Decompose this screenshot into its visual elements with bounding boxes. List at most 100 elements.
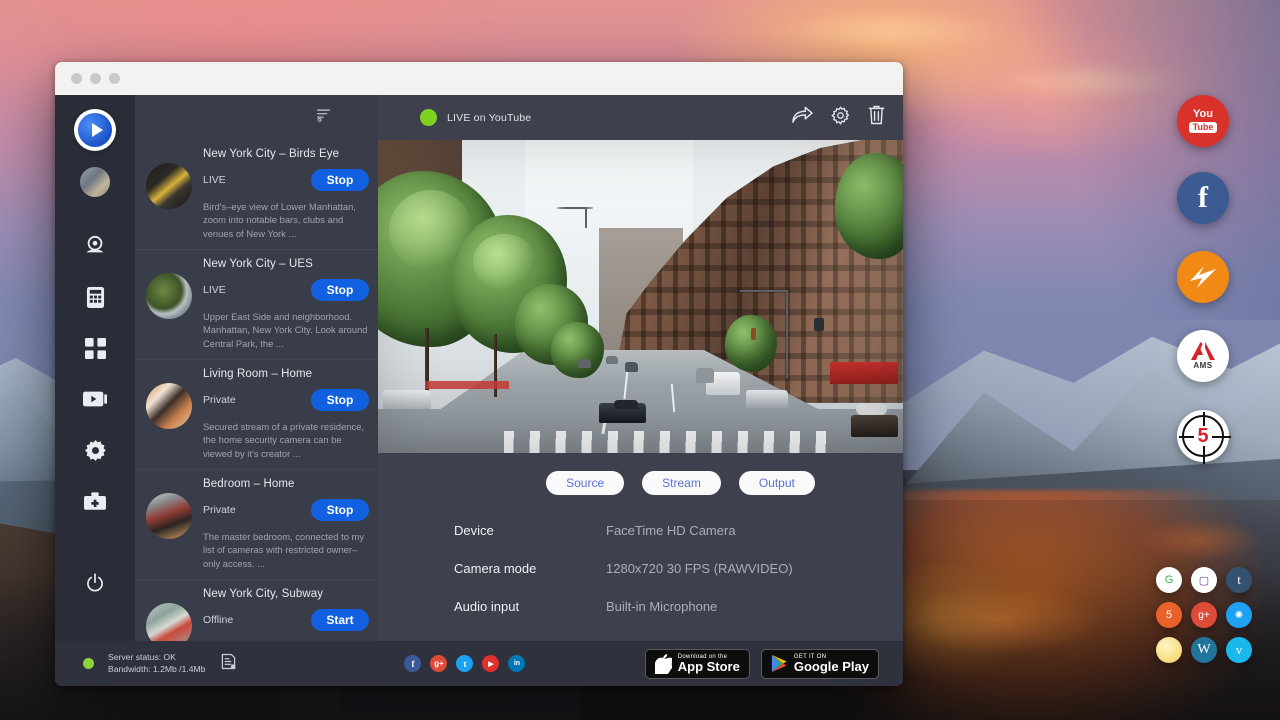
- sort-list-icon[interactable]: [316, 107, 332, 128]
- twitter-icon[interactable]: t: [456, 655, 473, 672]
- adobe-a-icon: [1191, 342, 1215, 360]
- share-arrow-icon[interactable]: [792, 106, 813, 129]
- gear-icon[interactable]: [831, 106, 850, 130]
- grammarly-dock-icon[interactable]: G: [1156, 567, 1182, 593]
- toolkit-icon: [84, 492, 106, 511]
- window-titlebar[interactable]: [55, 62, 903, 95]
- scene-tree-highlight: [389, 190, 473, 271]
- info-value[interactable]: Built-in Microphone: [606, 599, 717, 614]
- facebook-glyph: f: [411, 659, 414, 669]
- camera-action-button[interactable]: Stop: [311, 389, 369, 411]
- vimeo-dock-icon[interactable]: v: [1226, 637, 1252, 663]
- shopify-dock-icon[interactable]: 5: [1156, 602, 1182, 628]
- sort-glyph: [316, 107, 332, 123]
- sidebar-item-grid[interactable]: [72, 325, 118, 371]
- facebook-glyph: f: [1198, 181, 1208, 215]
- linkedin-icon[interactable]: in: [508, 655, 525, 672]
- camera-action-button[interactable]: Start: [311, 609, 369, 631]
- list-item[interactable]: New York City – Birds Eye LIVE Stop Bird…: [135, 140, 378, 249]
- scene-traffic-signal: [814, 318, 824, 331]
- trash-icon[interactable]: [868, 105, 885, 130]
- flickr-dock-icon[interactable]: [1156, 637, 1182, 663]
- youtube-icon[interactable]: ▶: [482, 655, 499, 672]
- info-label: Device: [454, 523, 606, 538]
- tab-output[interactable]: Output: [739, 471, 815, 495]
- close-button[interactable]: [71, 73, 82, 84]
- app-store-big-label: App Store: [678, 660, 740, 674]
- scene-tree: [551, 322, 604, 378]
- scene-street-lamp: [786, 290, 788, 378]
- camera-action-button[interactable]: Stop: [311, 279, 369, 301]
- sidebar-item-power[interactable]: [72, 560, 118, 606]
- sidebar-item-video[interactable]: [72, 376, 118, 422]
- sidebar-item-toolkit[interactable]: [72, 478, 118, 524]
- camera-description: Secured stream of a private residence, t…: [203, 420, 369, 460]
- googleplus-icon[interactable]: g+: [430, 655, 447, 672]
- maximize-button[interactable]: [109, 73, 120, 84]
- video-preview[interactable]: [378, 140, 903, 453]
- broadcaster-logo-icon[interactable]: [74, 109, 116, 151]
- list-item[interactable]: New York City – UES LIVE Stop Upper East…: [135, 249, 378, 359]
- scene-tree: [725, 315, 778, 371]
- scene-street-lamp-arm: [740, 290, 787, 292]
- tab-source[interactable]: Source: [546, 471, 624, 495]
- minimize-button[interactable]: [90, 73, 101, 84]
- youtube-dock-label-top: You: [1193, 109, 1213, 120]
- facebook-dock-icon[interactable]: f: [1177, 172, 1229, 224]
- googleplus-dock-icon[interactable]: g+: [1191, 602, 1217, 628]
- list-item[interactable]: Bedroom – Home Private Stop The master b…: [135, 469, 378, 579]
- info-label: Audio input: [454, 599, 606, 614]
- info-value[interactable]: 1280x720 30 FPS (RAWVIDEO): [606, 561, 793, 576]
- vimeo-glyph: v: [1236, 642, 1243, 658]
- sidebar-item-tablet[interactable]: [72, 274, 118, 320]
- tab-stream[interactable]: Stream: [642, 471, 721, 495]
- scene-crosswalk: [504, 431, 840, 453]
- grid-icon: [85, 338, 106, 359]
- camera-title: New York City, Subway: [203, 588, 369, 600]
- user-avatar-icon[interactable]: [80, 167, 110, 197]
- camera-title: New York City – UES: [203, 258, 369, 270]
- adobe-ams-dock-icon[interactable]: AMS: [1177, 330, 1229, 382]
- store-badges: Download on the App Store GET IT ON Goog…: [645, 649, 879, 679]
- list-item[interactable]: Living Room – Home Private Stop Secured …: [135, 359, 378, 469]
- sidebar-item-camera[interactable]: [72, 223, 118, 269]
- twitch-dock-icon[interactable]: ▢: [1191, 567, 1217, 593]
- info-value[interactable]: FaceTime HD Camera: [606, 523, 736, 538]
- facebook-icon[interactable]: f: [404, 655, 421, 672]
- info-row-audio-input: Audio input Built-in Microphone: [454, 599, 903, 614]
- sidebar-item-settings[interactable]: [72, 427, 118, 473]
- camera-title: Living Room – Home: [203, 368, 369, 380]
- twitch-glyph: ▢: [1199, 574, 1209, 587]
- wordpress-dock-icon[interactable]: W: [1191, 637, 1217, 663]
- social-links: f g+ t ▶ in: [404, 655, 525, 672]
- wowza-dock-icon[interactable]: [1177, 251, 1229, 303]
- log-document-icon[interactable]: [221, 653, 236, 675]
- twitter-dock-icon[interactable]: ✺: [1226, 602, 1252, 628]
- camera-list: New York City – Birds Eye LIVE Stop Bird…: [135, 140, 378, 641]
- wowza-bolt-icon: [1186, 264, 1220, 290]
- linkedin-glyph: in: [514, 660, 520, 667]
- scene-awning: [830, 362, 898, 384]
- scene-car-far: [578, 359, 592, 368]
- channel5-dock-icon[interactable]: 5: [1177, 410, 1229, 462]
- live-indicator-dot: [420, 109, 437, 126]
- power-icon: [85, 573, 105, 593]
- sidebar-rail: [55, 95, 135, 641]
- youtube-dock-icon[interactable]: You Tube: [1177, 95, 1229, 147]
- app-store-badge[interactable]: Download on the App Store: [645, 649, 750, 679]
- camera-icon: [84, 235, 106, 257]
- ams-label: AMS: [1193, 361, 1212, 370]
- camera-title: New York City – Birds Eye: [203, 148, 369, 160]
- trash-glyph: [868, 105, 885, 125]
- info-label: Camera mode: [454, 561, 606, 576]
- info-row-camera-mode: Camera mode 1280x720 30 FPS (RAWVIDEO): [454, 561, 903, 576]
- info-row-device: Device FaceTime HD Camera: [454, 523, 903, 538]
- tumblr-dock-icon[interactable]: t: [1226, 567, 1252, 593]
- camera-action-button[interactable]: Stop: [311, 499, 369, 521]
- list-item[interactable]: New York City, Subway Offline Start New …: [135, 579, 378, 641]
- twitter-glyph: t: [463, 659, 466, 669]
- play-triangle-icon: [771, 654, 788, 673]
- camera-action-button[interactable]: Stop: [311, 169, 369, 191]
- scene-tree-highlight: [473, 234, 536, 290]
- google-play-badge[interactable]: GET IT ON Google Play: [761, 649, 879, 679]
